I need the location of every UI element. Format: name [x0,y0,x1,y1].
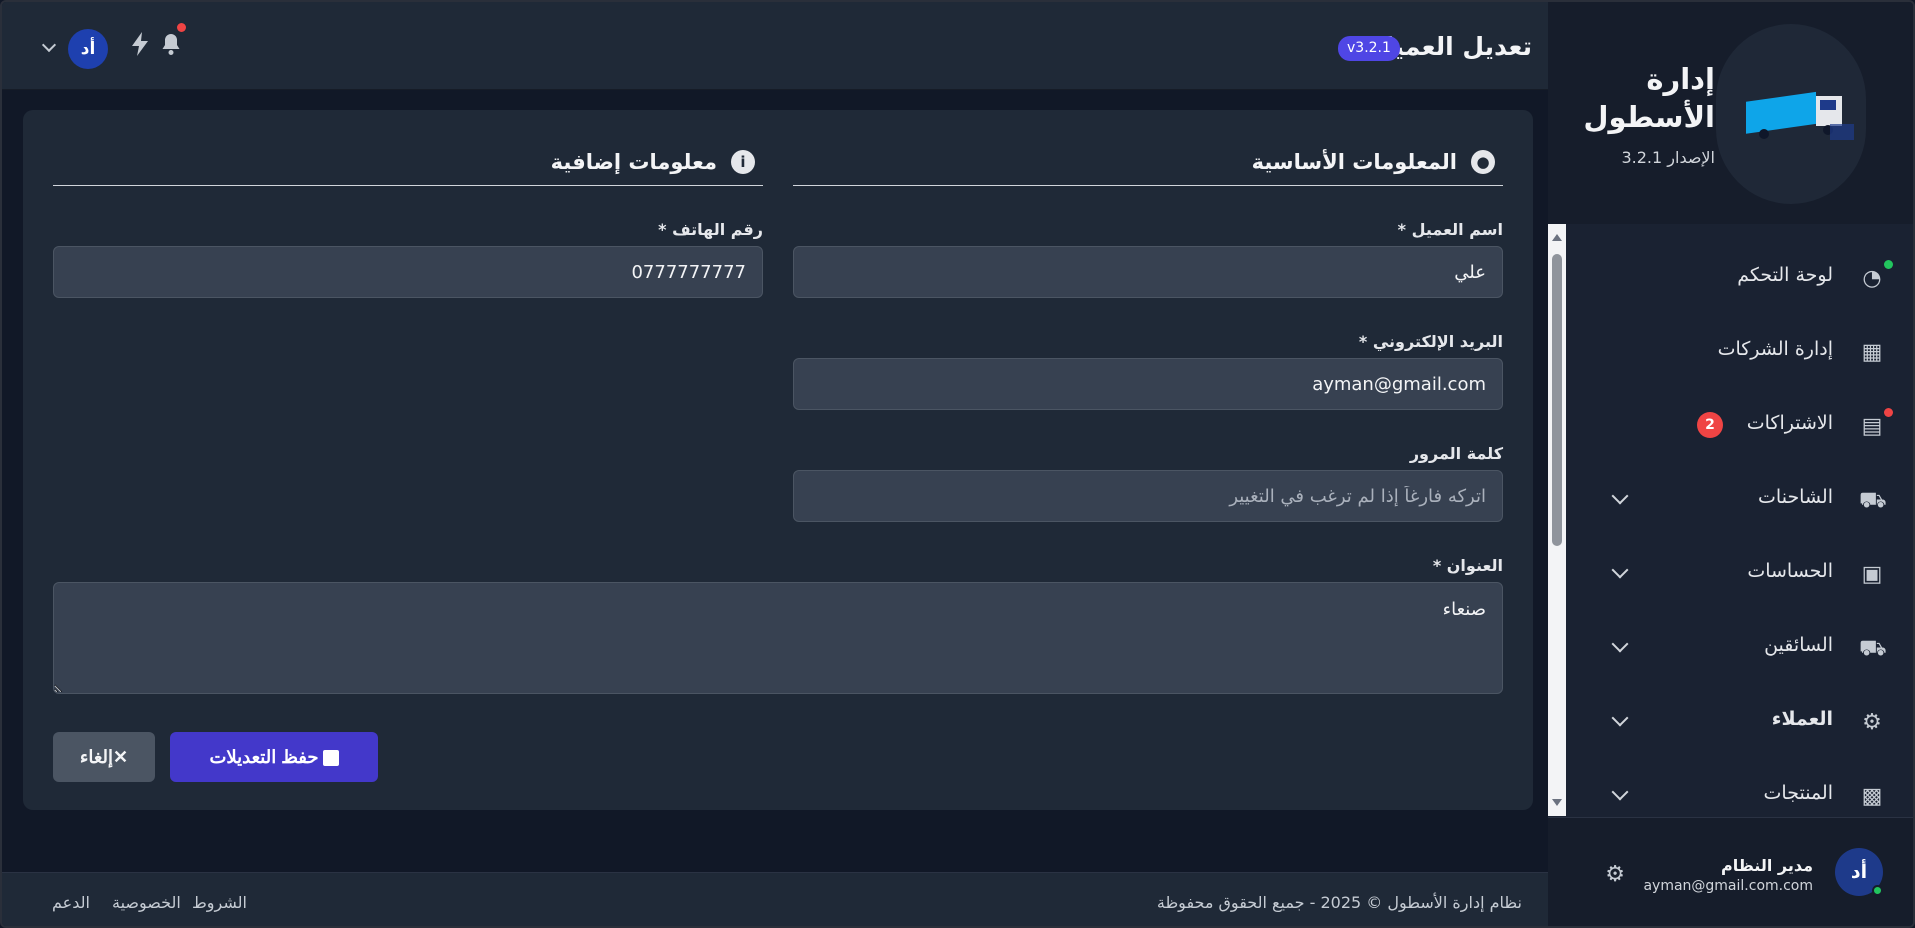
password-field[interactable] [793,470,1503,522]
user-initials: أد [1850,861,1868,883]
chip-icon: ▣ [1861,562,1883,587]
footer-link-privacy[interactable]: الخصوصية [112,893,181,912]
avatar[interactable]: أد [68,29,108,69]
online-dot [1872,885,1883,896]
version-badge: v3.2.1 [1338,36,1400,61]
alert-dot [1884,408,1893,417]
address-label: العنوان * [1432,556,1503,575]
sidebar-item-sensors[interactable]: ▣ الحساسات [1566,544,1913,604]
user-circle-icon: ● [1471,150,1495,174]
sidebar-item-dashboard[interactable]: ◔ لوحة التحكم [1566,248,1913,308]
info-icon: i [731,150,755,174]
sidebar-item-label: الحساسات [1747,560,1833,582]
truck-icon: ⛟ [1859,488,1887,513]
scroll-thumb[interactable] [1552,254,1562,546]
sidebar-item-clients[interactable]: ⚙ العملاء [1566,692,1913,752]
footer-link-support[interactable]: الدعم [52,893,90,912]
close-icon: ✕ [113,747,129,767]
sidebar-item-label: السائقين [1764,634,1833,656]
user-panel: أد مدير النظام ayman@gmail.com.com ⚙ [1548,817,1913,926]
app-window: تعديل العميل v3.2.1 أد ● المعلومات الأسا… [0,0,1915,928]
count-badge: 2 [1697,412,1723,438]
phone-label: رقم الهاتف * [658,220,763,239]
chevron-down-icon [1611,783,1629,801]
sidebar-item-label: المنتجات [1763,782,1833,804]
basic-info-title: المعلومات الأساسية [1251,150,1457,174]
footer: نظام إدارة الأسطول © 2025 - جميع الحقوق … [2,872,1552,926]
sidebar-item-label: إدارة الشركات [1717,338,1833,360]
sidebar-item-label: لوحة التحكم [1737,264,1833,286]
sidebar-item-subscriptions[interactable]: ▤ الاشتراكات 2 [1566,396,1913,456]
extra-info-header: i معلومات إضافية [53,140,763,186]
sidebar-item-products[interactable]: ▩ المنتجات [1566,766,1913,816]
scroll-up-arrow[interactable] [1552,234,1562,241]
save-label: حفظ التعديلات [209,747,319,767]
sidebar-item-label: الشاحنات [1758,486,1833,508]
user-name: مدير النظام [1720,856,1813,875]
building-icon: ▦ [1861,340,1883,365]
user-avatar[interactable]: أد [1835,848,1883,896]
name-label: اسم العميل * [1397,220,1503,239]
sidebar-item-label: العملاء [1771,708,1833,730]
sidebar-scrollbar[interactable] [1548,224,1566,816]
gear-icon[interactable]: ⚙ [1605,862,1625,887]
brand-version: الإصدار 3.2.1 [1621,148,1715,167]
logo [1716,24,1866,204]
address-field[interactable]: صنعاء [53,582,1503,694]
save-button[interactable]: حفظ التعديلات [170,732,378,782]
sidebar-nav: ◔ لوحة التحكم ▦ إدارة الشركات ▤ الاشتراك… [1566,224,1913,816]
password-label: كلمة المرور [1409,444,1503,463]
sidebar-item-companies[interactable]: ▦ إدارة الشركات [1566,322,1913,382]
cancel-label: إلغاء [79,747,114,767]
users-gear-icon: ⚙ [1862,710,1882,735]
sidebar: إدارة الأسطول الإصدار 3.2.1 ◔ لوحة التحك… [1548,2,1913,926]
user-email: ayman@gmail.com.com [1643,878,1813,894]
gauge-icon: ◔ [1862,266,1882,291]
top-header: تعديل العميل v3.2.1 أد [2,2,1552,90]
notification-dot [177,23,186,32]
sidebar-item-drivers[interactable]: ⛟ السائقين [1566,618,1913,678]
boxes-icon: ▩ [1861,784,1883,809]
truck-icon: ⛟ [1859,636,1887,661]
cancel-button[interactable]: ✕إلغاء [53,732,155,782]
chevron-down-icon[interactable] [41,37,57,53]
save-icon [322,750,339,767]
copyright: نظام إدارة الأسطول © 2025 - جميع الحقوق … [1156,893,1522,912]
email-label: البريد الإلكتروني * [1358,332,1503,351]
edit-client-form: ● المعلومات الأساسية i معلومات إضافية اس… [23,110,1533,810]
phone-field[interactable] [53,246,763,298]
footer-link-terms[interactable]: الشروط [192,893,247,912]
brand-title: إدارة الأسطول [1583,62,1715,134]
scroll-down-arrow[interactable] [1552,799,1562,806]
bell-icon[interactable] [160,32,182,62]
chevron-down-icon [1611,635,1629,653]
chevron-down-icon [1611,487,1629,505]
brand-area: إدارة الأسطول الإصدار 3.2.1 [1548,2,1913,224]
invoice-icon: ▤ [1861,414,1883,439]
status-dot [1884,260,1893,269]
bolt-icon[interactable] [130,32,150,62]
basic-info-header: ● المعلومات الأساسية [793,140,1503,186]
sidebar-item-trucks[interactable]: ⛟ الشاحنات [1566,470,1913,530]
extra-info-title: معلومات إضافية [550,150,717,174]
sidebar-item-label: الاشتراكات [1746,412,1833,434]
name-field[interactable] [793,246,1503,298]
chevron-down-icon [1611,709,1629,727]
email-field[interactable] [793,358,1503,410]
chevron-down-icon [1611,561,1629,579]
